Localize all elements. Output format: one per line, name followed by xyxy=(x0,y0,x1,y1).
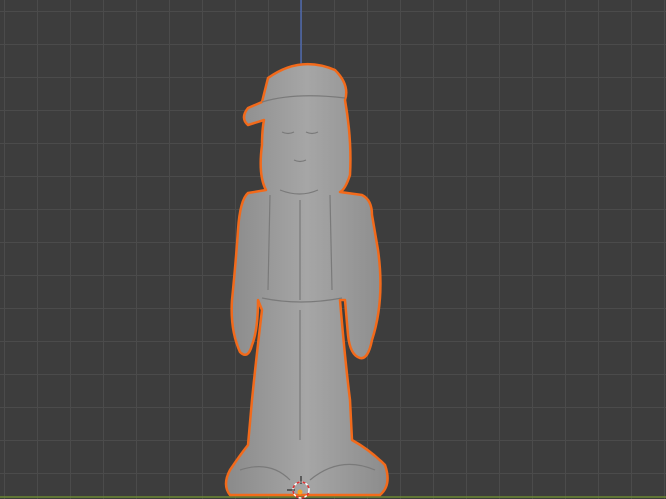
character-model[interactable] xyxy=(224,62,389,497)
viewport-scene xyxy=(0,0,666,499)
3d-viewport[interactable] xyxy=(0,0,666,499)
object-origin-icon xyxy=(297,489,303,495)
